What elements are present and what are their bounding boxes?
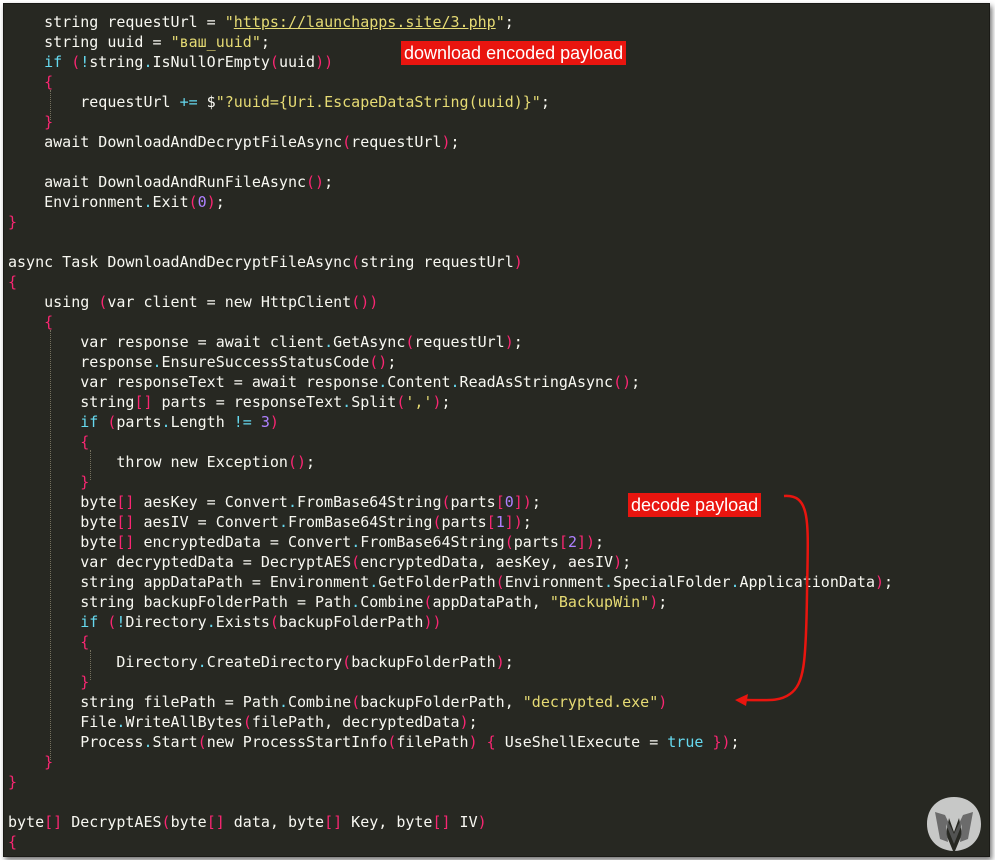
- code-editor-screenshot: string requestUrl = "https://launchapps.…: [3, 3, 990, 857]
- decode-arrow: [735, 494, 810, 706]
- malwarebytes-logo-icon: [927, 797, 981, 851]
- decode-arrow-line: [745, 494, 810, 702]
- decode-arrow-head: [735, 694, 748, 706]
